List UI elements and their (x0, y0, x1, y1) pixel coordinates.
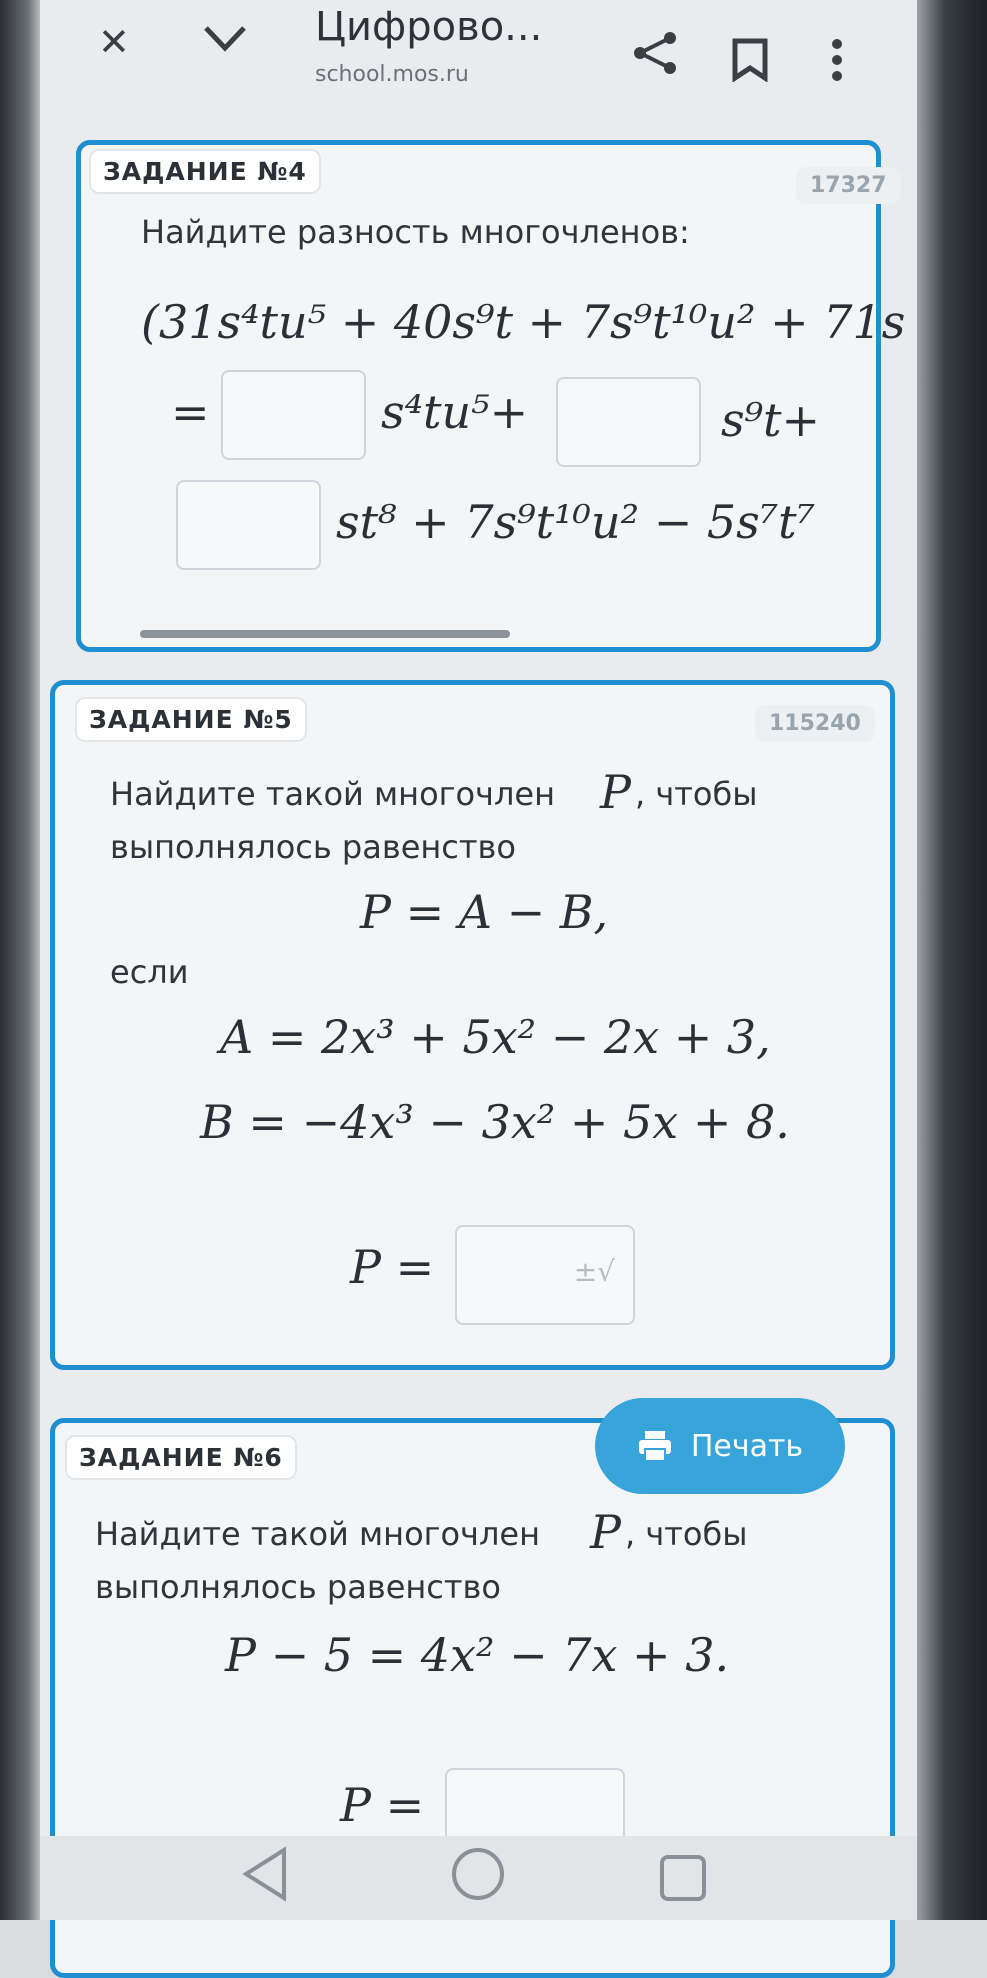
task-card-5: ЗАДАНИЕ №5 115240 Найдите такой многочле… (50, 680, 895, 1370)
task-card-4: ЗАДАНИЕ №4 17327 Найдите разность многоч… (76, 140, 905, 652)
math-equals: = (171, 385, 210, 439)
print-button[interactable]: Печать (595, 1398, 845, 1494)
back-icon[interactable] (240, 1846, 290, 1917)
screen: ✕ Цифрово... school.mos.ru ЗАДАНИЕ №4 17… (40, 0, 917, 1978)
share-icon[interactable] (630, 28, 680, 87)
answer-input[interactable] (556, 377, 701, 467)
math-answer-label: P = (340, 1778, 425, 1832)
chevron-down-icon[interactable] (200, 18, 250, 67)
task-prompt: выполнялось равенство (110, 828, 516, 866)
math-equation: P − 5 = 4x² − 7x + 3. (225, 1628, 730, 1682)
more-icon[interactable] (830, 38, 844, 91)
printer-icon (638, 1431, 671, 1462)
home-icon[interactable] (450, 1846, 506, 1917)
task-prompt: Найдите такой многочлен (110, 775, 556, 813)
horizontal-scrollbar[interactable] (140, 630, 510, 638)
math-var: P (600, 765, 631, 819)
task-id: 17327 (796, 167, 901, 204)
math-line: (31s⁴tu⁵ + 40s⁹t + 7s⁹t¹⁰u² + 71s (141, 295, 906, 349)
math-equation: B = −4x³ − 3x² + 5x + 8. (200, 1095, 790, 1149)
task-prompt: если (110, 953, 189, 991)
device-frame-left (0, 0, 40, 1920)
answer-input[interactable] (176, 480, 321, 570)
answer-input[interactable]: ±√ (455, 1225, 635, 1325)
math-term: s⁴tu⁵+ (381, 385, 529, 439)
math-equation: A = 2x³ + 5x² − 2x + 3, (220, 1010, 771, 1064)
page-title: Цифрово... (315, 4, 543, 50)
task-tag: ЗАДАНИЕ №5 (75, 697, 307, 742)
task-prompt: , чтобы (635, 775, 758, 813)
math-term: s⁹t+ (721, 393, 821, 447)
page-url: school.mos.ru (315, 62, 469, 87)
math-var: P (590, 1505, 621, 1559)
math-line: st⁸ + 7s⁹t¹⁰u² − 5s⁷t⁷ (336, 495, 816, 549)
device-frame-right (917, 0, 987, 1920)
close-icon[interactable]: ✕ (98, 20, 130, 64)
print-button-label: Печать (690, 1428, 804, 1464)
task-prompt: выполнялось равенство (95, 1568, 501, 1606)
task-prompt: Найдите разность многочленов: (141, 213, 690, 251)
bookmark-icon[interactable] (730, 38, 770, 91)
task-prompt: Найдите такой многочлен (95, 1515, 541, 1553)
task-prompt: , чтобы (625, 1515, 748, 1553)
formula-icon[interactable]: ±√ (574, 1255, 615, 1288)
recents-icon[interactable] (658, 1848, 708, 1918)
task-tag: ЗАДАНИЕ №4 (89, 149, 321, 194)
nav-bar (40, 1836, 917, 1920)
math-equation: P = A − B, (360, 885, 609, 939)
task-id: 115240 (755, 705, 875, 742)
top-bar: ✕ Цифрово... school.mos.ru (40, 0, 917, 120)
task-tag: ЗАДАНИЕ №6 (65, 1435, 297, 1480)
answer-input[interactable] (221, 370, 366, 460)
math-answer-label: P = (350, 1240, 435, 1294)
